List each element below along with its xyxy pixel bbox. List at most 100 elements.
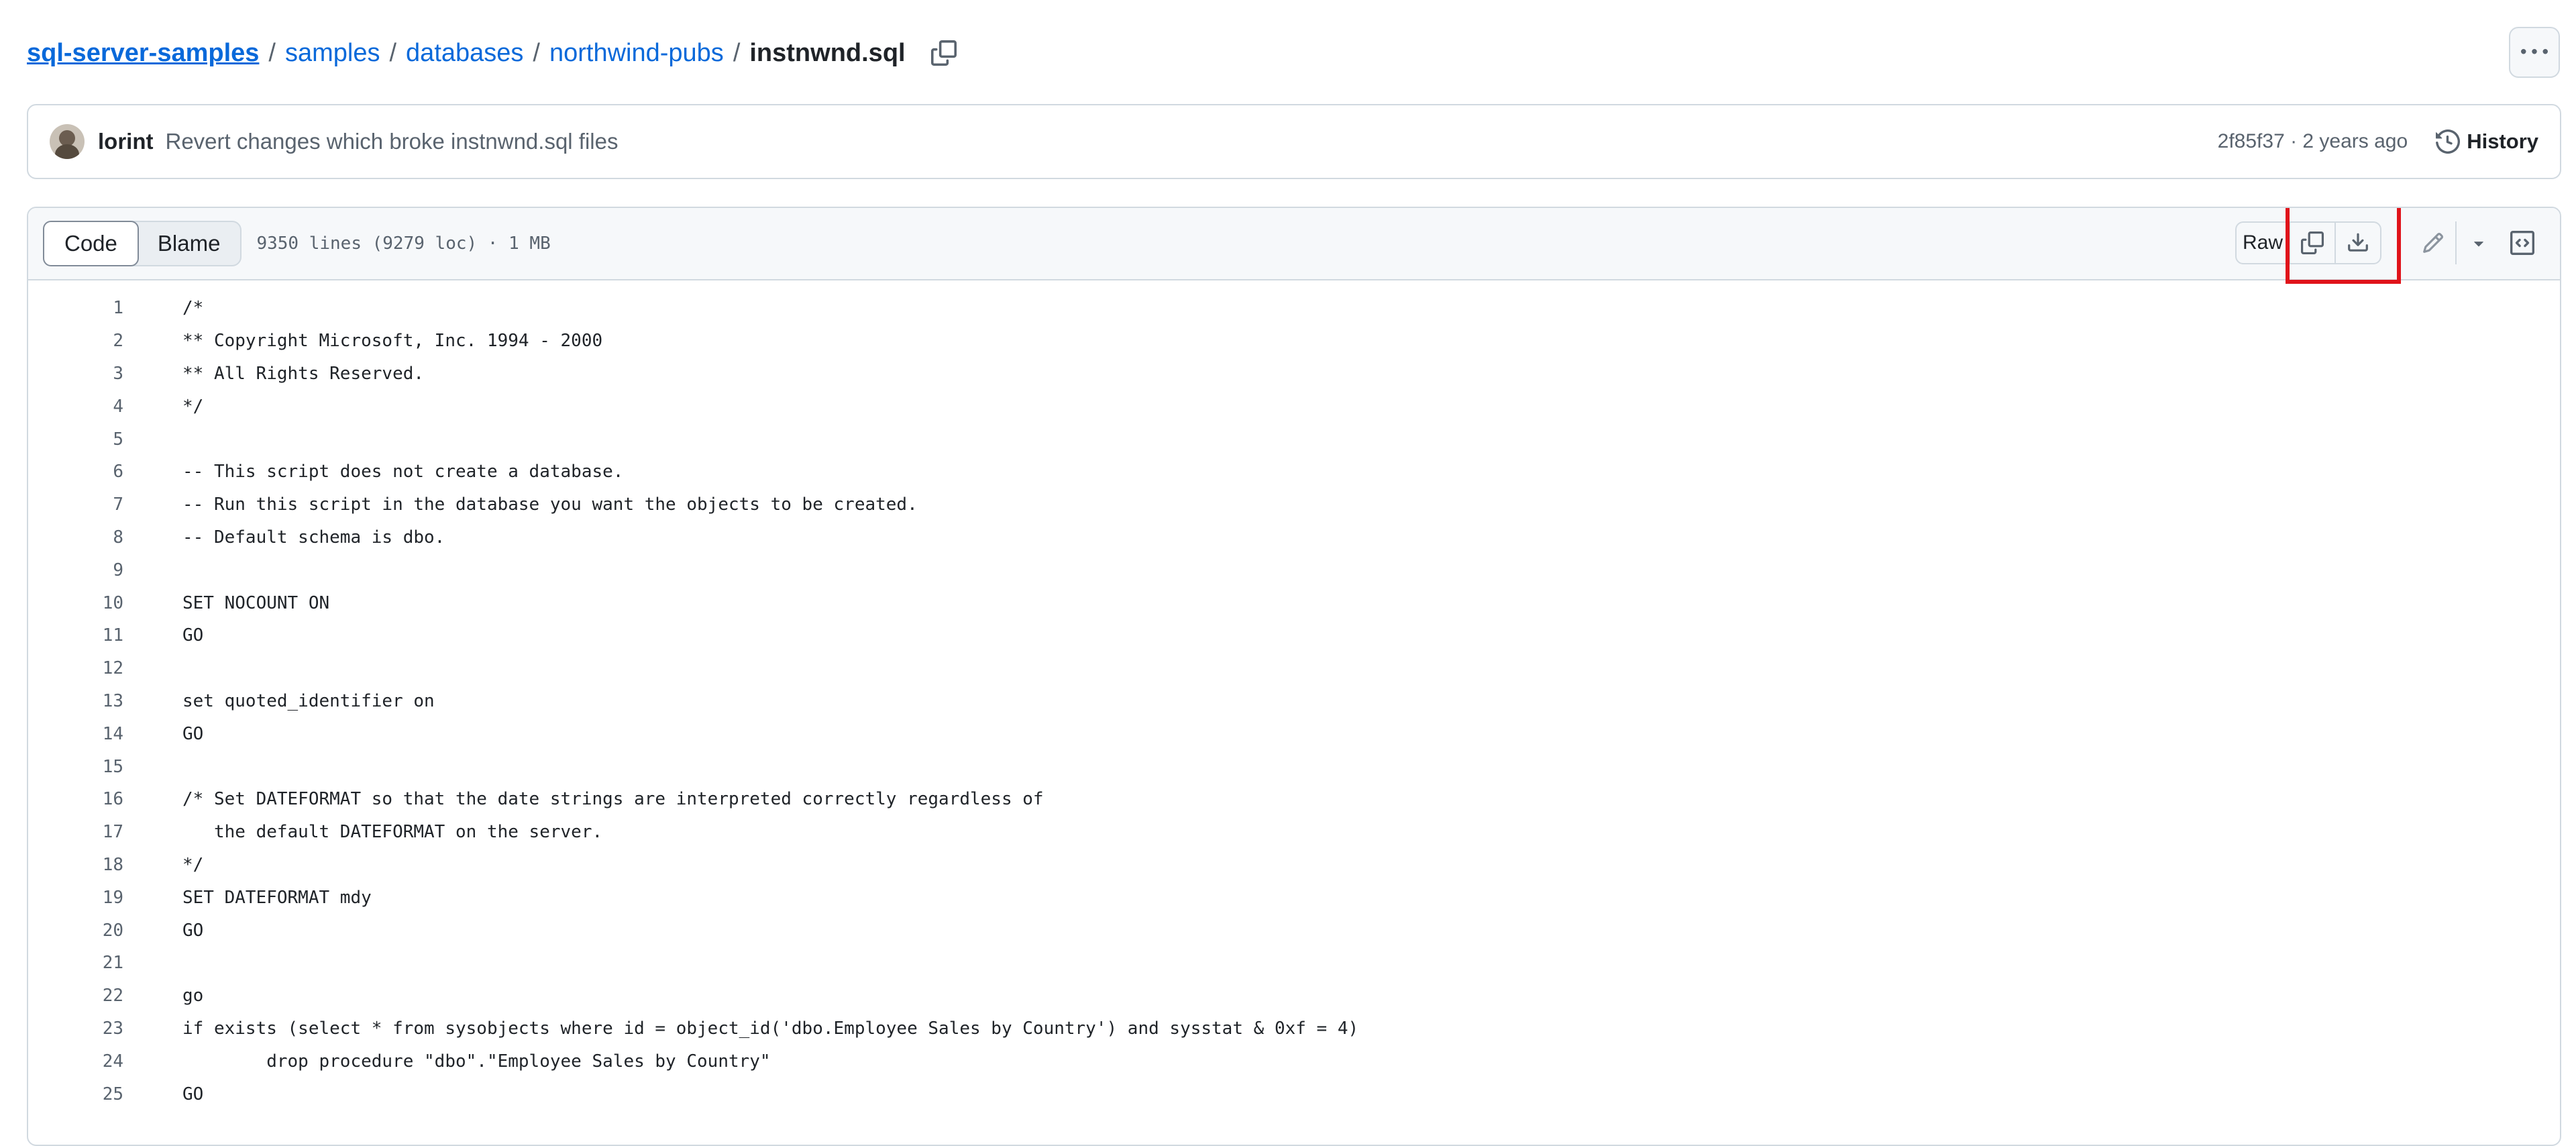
line-number[interactable]: 19 (28, 888, 123, 908)
breadcrumb-separator: / (389, 38, 397, 67)
line-number[interactable]: 16 (28, 789, 123, 809)
line-number[interactable]: 17 (28, 822, 123, 842)
commit-author[interactable]: lorint (98, 129, 153, 154)
line-number[interactable]: 12 (28, 658, 123, 678)
raw-button[interactable]: Raw (2237, 223, 2290, 263)
line-number[interactable]: 7 (28, 494, 123, 515)
code-text: GO (182, 625, 204, 646)
line-number[interactable]: 18 (28, 855, 123, 875)
edit-dropdown-button[interactable] (2455, 221, 2501, 264)
commit-message[interactable]: Revert changes which broke instnwnd.sql … (165, 129, 618, 154)
line-number[interactable]: 11 (28, 625, 123, 645)
code-line: 5 (28, 423, 2560, 456)
line-number[interactable]: 8 (28, 527, 123, 548)
edit-file-button[interactable] (2411, 221, 2455, 264)
breadcrumb-separator: / (533, 38, 540, 67)
code-text: SET DATEFORMAT mdy (182, 887, 372, 908)
code-line: 11 GO (28, 619, 2560, 652)
triangle-down-icon (2474, 242, 2483, 247)
code-line: 15 (28, 750, 2560, 783)
history-icon (2436, 129, 2461, 154)
line-number[interactable]: 5 (28, 429, 123, 450)
code-line: 23 if exists (select * from sysobjects wh… (28, 1012, 2560, 1045)
code-line: 6 -- This script does not create a databa… (28, 456, 2560, 488)
code-text: -- This script does not create a databas… (182, 462, 624, 482)
file-toolbar: Code Blame 9350 lines (9279 loc) · 1 MB … (28, 208, 2560, 284)
code-line: 16 /* Set DATEFORMAT so that the date str… (28, 783, 2560, 816)
tab-blame[interactable]: Blame (138, 222, 241, 265)
line-number[interactable]: 23 (28, 1019, 123, 1039)
line-number[interactable]: 21 (28, 953, 123, 973)
code-text: ** All Rights Reserved. (182, 363, 425, 384)
code-text: SET NOCOUNT ON (182, 592, 330, 613)
code-line: 22 go (28, 980, 2560, 1012)
line-number[interactable]: 24 (28, 1051, 123, 1072)
line-number[interactable]: 3 (28, 364, 123, 384)
tab-code[interactable]: Code (43, 221, 139, 266)
edit-actions-group (2411, 221, 2501, 264)
line-number[interactable]: 14 (28, 724, 123, 744)
kebab-horizontal-icon (2521, 49, 2548, 54)
breadcrumb-file-name: instnwnd.sql (749, 38, 906, 67)
code-line: 7 -- Run this script in the database you … (28, 488, 2560, 521)
line-number[interactable]: 25 (28, 1084, 123, 1104)
code-line: 4 */ (28, 390, 2560, 423)
line-number[interactable]: 22 (28, 986, 123, 1006)
code-text: GO (182, 920, 204, 941)
avatar[interactable] (50, 124, 85, 159)
download-raw-button[interactable] (2334, 223, 2380, 263)
code-line: 12 (28, 652, 2560, 685)
code-text: GO (182, 1084, 204, 1104)
line-number[interactable]: 2 (28, 331, 123, 351)
code-square-icon (2510, 231, 2534, 255)
symbols-panel-button[interactable] (2502, 223, 2542, 263)
line-number[interactable]: 9 (28, 560, 123, 580)
code-text: drop procedure "dbo"."Employee Sales by … (182, 1051, 771, 1072)
code-line: 21 (28, 947, 2560, 980)
code-line: 25 GO (28, 1078, 2560, 1110)
line-number[interactable]: 6 (28, 462, 123, 482)
line-number[interactable]: 10 (28, 593, 123, 613)
breadcrumb-separator: / (733, 38, 741, 67)
code-text: set quoted_identifier on (182, 690, 435, 711)
code-text: /* Set DATEFORMAT so that the date strin… (182, 789, 1044, 810)
raw-actions-group: Raw (2235, 221, 2381, 264)
code-line: 9 (28, 554, 2560, 586)
copy-path-button[interactable] (928, 38, 959, 68)
code-text: /* (182, 298, 204, 319)
copy-icon (930, 40, 957, 66)
breadcrumb-link-databases[interactable]: databases (406, 39, 523, 68)
code-text: -- Default schema is dbo. (182, 527, 445, 548)
commit-meta[interactable]: 2f85f37 · 2 years ago (2218, 130, 2408, 153)
code-line: 24 drop procedure "dbo"."Employee Sales … (28, 1045, 2560, 1078)
code-line: 17 the default DATEFORMAT on the server. (28, 816, 2560, 849)
code-text: GO (182, 723, 204, 744)
download-icon (2348, 233, 2368, 252)
breadcrumb-repo-link[interactable]: sql-server-samples (27, 39, 259, 68)
code-text: go (182, 986, 204, 1006)
line-number[interactable]: 13 (28, 691, 123, 711)
breadcrumb-link-samples[interactable]: samples (285, 39, 380, 68)
code-line: 10 SET NOCOUNT ON (28, 586, 2560, 619)
copy-icon (2301, 231, 2324, 254)
breadcrumb-link-northwind-pubs[interactable]: northwind-pubs (549, 39, 724, 68)
code-text: ** Copyright Microsoft, Inc. 1994 - 2000 (182, 331, 603, 352)
history-button[interactable]: History (2436, 129, 2538, 154)
code-view: 1 /* 2 ** Copyright Microsoft, Inc. 1994 - … (28, 280, 2560, 1110)
more-options-button[interactable] (2509, 27, 2560, 78)
code-text: the default DATEFORMAT on the server. (182, 822, 603, 843)
pencil-icon (2423, 232, 2444, 253)
copy-raw-button[interactable] (2290, 223, 2334, 263)
code-text: if exists (select * from sysobjects wher… (182, 1018, 1359, 1039)
code-line: 20 GO (28, 914, 2560, 947)
view-mode-toggle: Code Blame (43, 221, 242, 266)
commit-meta-group: 2f85f37 · 2 years ago History (2218, 129, 2538, 154)
code-line: 2 ** Copyright Microsoft, Inc. 1994 - 200… (28, 325, 2560, 358)
line-number[interactable]: 15 (28, 757, 123, 777)
code-line: 14 GO (28, 717, 2560, 750)
code-text: -- Run this script in the database you w… (182, 494, 918, 515)
line-number[interactable]: 20 (28, 921, 123, 941)
breadcrumb: sql-server-samples / samples / databases… (27, 34, 959, 72)
line-number[interactable]: 4 (28, 397, 123, 417)
line-number[interactable]: 1 (28, 298, 123, 318)
